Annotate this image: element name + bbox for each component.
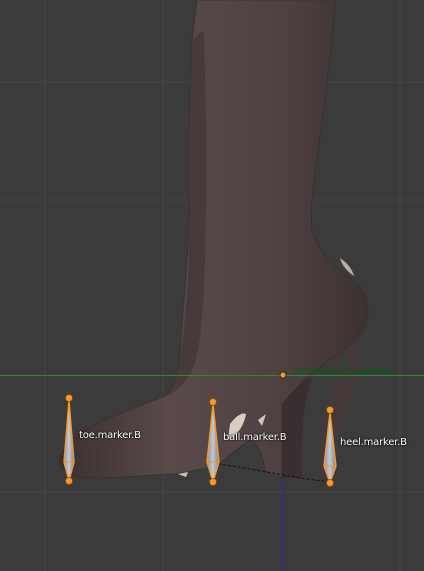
3d-viewport[interactable]: toe.marker.B ball.marker.B heel.marker.B… xyxy=(0,0,424,571)
object-origin-label: Armature.Shoe.Mesh xyxy=(292,366,392,377)
bone-label-heel: heel.marker.B xyxy=(340,437,407,448)
bone-label-toe: toe.marker.B xyxy=(79,430,141,441)
viewport-scene[interactable] xyxy=(0,0,424,571)
origin-dot-icon[interactable] xyxy=(279,371,287,379)
bone-label-ball: ball.marker.B xyxy=(223,432,287,443)
